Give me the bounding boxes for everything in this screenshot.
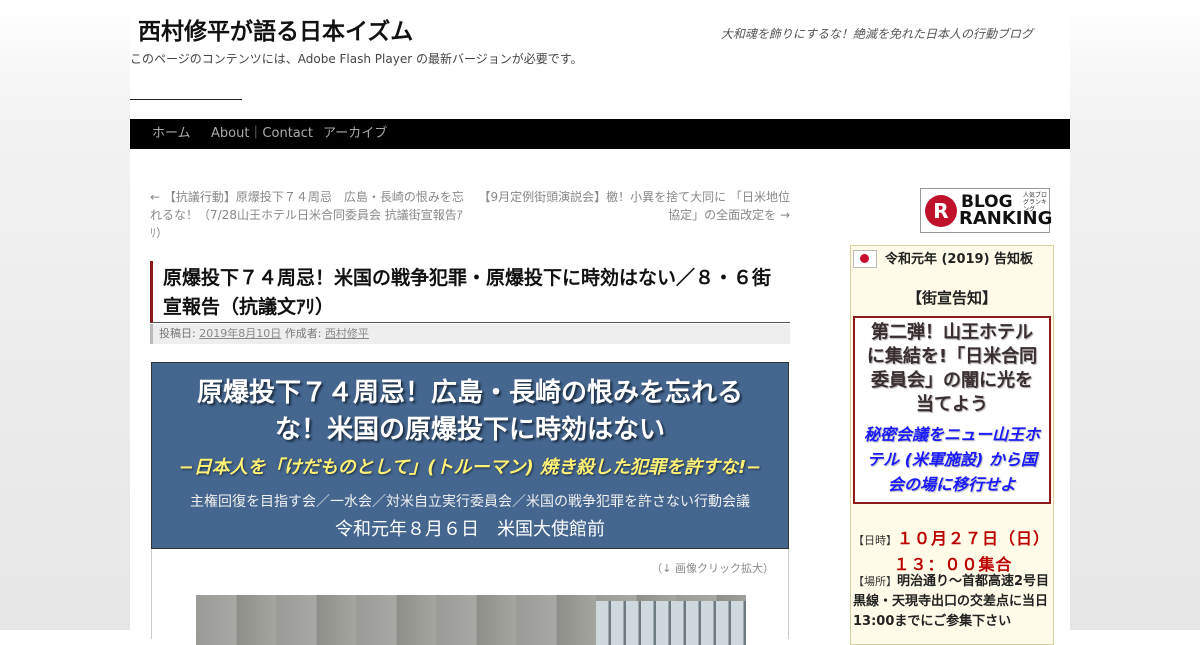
- post-date-link[interactable]: 2019年8月10日: [199, 327, 281, 340]
- blog-ranking-banner[interactable]: R BLOG RANKING 人気ブログランキング: [920, 188, 1052, 233]
- banner-date-place: 令和元年８月６日 米国大使館前: [335, 519, 605, 540]
- notice-sub-text: 秘密会議をニュー山王ホテル (米軍施設) から国会の場に移行せよ: [863, 425, 1040, 494]
- building-windows: [596, 601, 746, 645]
- post-meta: 投稿日: 2019年8月10日 作成者: 西村修平: [150, 324, 790, 344]
- menu-item-about-contact[interactable]: About｜Contact: [211, 119, 313, 149]
- image-container: （↓ 画像クリック拡大）: [151, 549, 789, 645]
- notice-heading: 【街宣告知】: [906, 289, 997, 307]
- event-banner: 原爆投下７４周忌！広島・長崎の恨みを忘れるな！米国の原爆投下に時効はない −日本…: [151, 362, 789, 549]
- image-click-note: （↓ 画像クリック拡大）: [651, 562, 774, 575]
- notice-main-text: 第二弾！山王ホテルに集結を!「日米合同委員会」の闇に光を当てよう: [866, 322, 1038, 415]
- meta-posted-label: 投稿日:: [159, 327, 196, 340]
- banner-organizers: 主権回復を目指す会／一水会／対米自立実行委員会／米国の戦争犯罪を許さない行動会議: [190, 494, 750, 510]
- site-title[interactable]: 西村修平が語る日本イズム: [138, 12, 413, 46]
- main-menu: ホーム About｜Contact アーカイブ: [130, 119, 1070, 149]
- when-label: 【日時】: [853, 534, 897, 547]
- site-description: 大和魂を飾りにするな！絶滅を免れた日本人の行動ブログ: [720, 27, 1033, 41]
- when-date: １０月２７日（日）: [897, 529, 1051, 548]
- event-location: 【場所】明治通り～首都高速2号目黒線・天現寺出口の交差点に当日13:00までにご…: [853, 572, 1053, 632]
- notice-board: 令和元年 (2019) 告知板 【街宣告知】 第二弾！山王ホテルに集結を!「日米…: [850, 245, 1054, 645]
- header-divider: [130, 99, 242, 100]
- notice-highlight-box[interactable]: 第二弾！山王ホテルに集結を!「日米合同委員会」の闇に光を当てよう 秘密会議をニュ…: [853, 316, 1051, 504]
- notice-title: 令和元年 (2019) 告知板: [884, 252, 1034, 267]
- post-author-link[interactable]: 西村修平: [325, 327, 369, 340]
- page-wrapper: 西村修平が語る日本イズム 大和魂を飾りにするな！絶滅を免れた日本人の行動ブログ …: [130, 0, 1070, 645]
- post-title: 原爆投下７４周忌！米国の戦争犯罪・原爆投下に時効はない／８・６街宣報告（抗議文ｱ…: [150, 261, 790, 323]
- ranking-small-text: 人気ブログランキング: [1023, 192, 1048, 213]
- menu-item-home[interactable]: ホーム: [152, 119, 191, 149]
- nav-next-link[interactable]: 【9月定例街頭演説会】檄！小異を捨て大同に 「日米地位協定」の全面改定を →: [472, 188, 790, 224]
- menu-item-archive[interactable]: アーカイブ: [323, 119, 387, 149]
- banner-subtitle: −日本人を「けだものとして」(トルーマン) 焼き殺した犯罪を許すな!−: [178, 457, 762, 478]
- event-datetime: 【日時】１０月２７日（日） １３：００集合: [853, 525, 1053, 575]
- flash-player-note: このページのコンテンツには、Adobe Flash Player の最新バージョ…: [130, 52, 583, 66]
- meta-author-label: 作成者:: [284, 327, 322, 340]
- event-photo[interactable]: [196, 595, 746, 645]
- nav-previous-link[interactable]: ← 【抗議行動】原爆投下７４周忌 広島・長崎の恨みを忘れるな！（7/28山王ホテ…: [150, 188, 470, 242]
- banner-title: 原爆投下７４周忌！広島・長崎の恨みを忘れるな！米国の原爆投下に時効はない: [196, 378, 743, 445]
- where-label: 【場所】: [853, 575, 897, 588]
- ranking-logo-icon: R: [925, 195, 957, 227]
